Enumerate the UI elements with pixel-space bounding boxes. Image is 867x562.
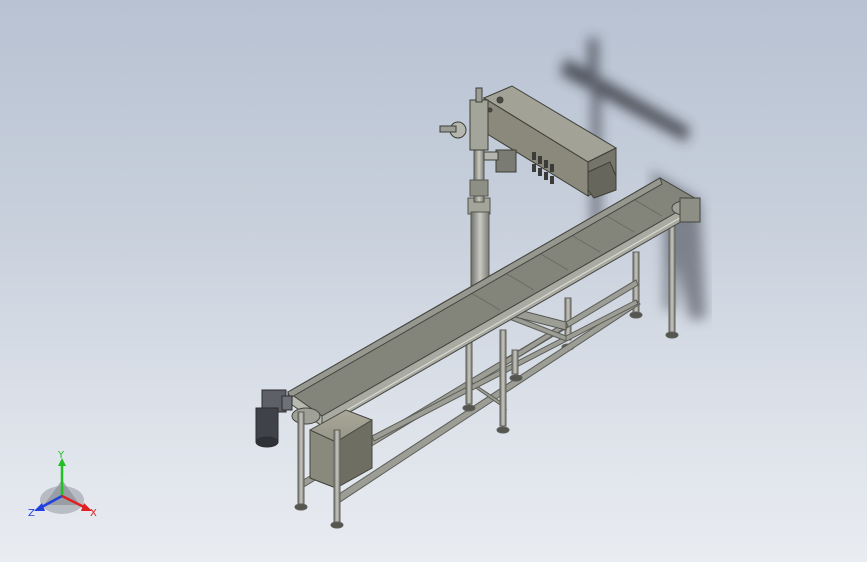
conveyor-printer-assembly: Y X Z (28, 38, 706, 529)
coordinate-triad: Y X Z (28, 450, 97, 519)
cad-viewport[interactable]: Y X Z (0, 0, 867, 562)
triad-z-label: Z (28, 508, 35, 519)
triad-x-label: X (90, 508, 97, 519)
triad-y-label: Y (57, 450, 65, 461)
inkjet-printer (439, 85, 618, 199)
drive-motor (255, 389, 293, 448)
